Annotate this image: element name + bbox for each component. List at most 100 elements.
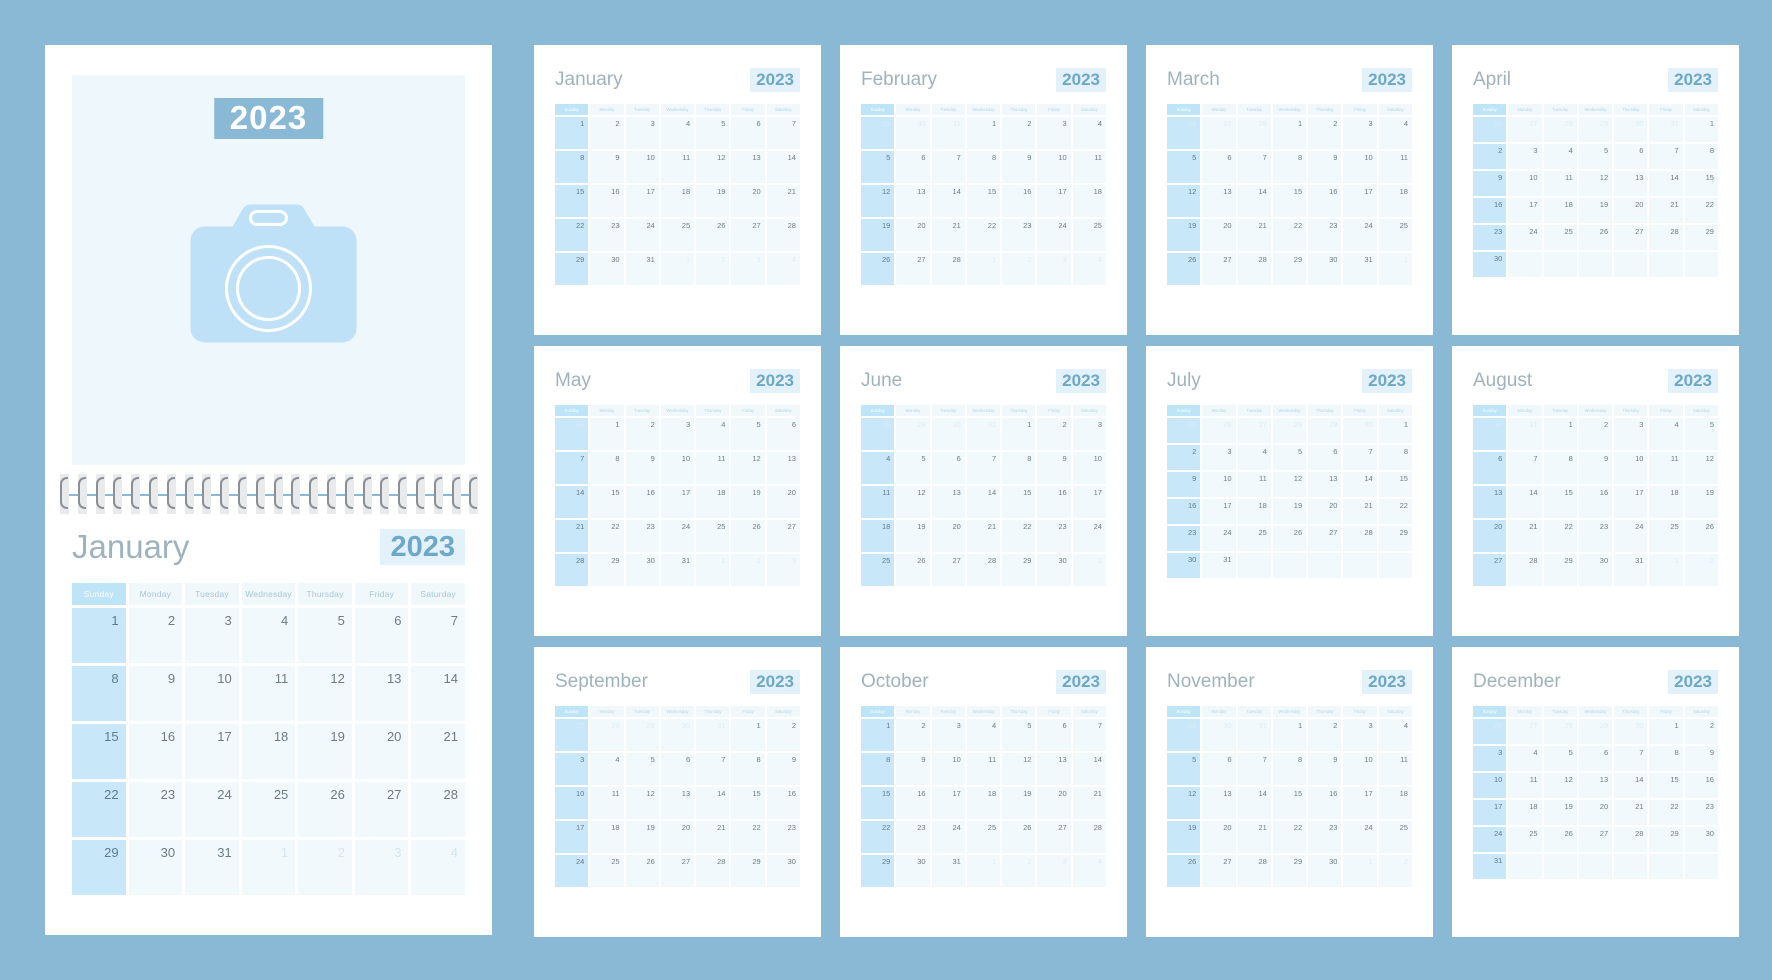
day-cell[interactable]: 28 bbox=[1543, 117, 1577, 142]
day-cell[interactable]: 21 bbox=[1072, 787, 1106, 819]
day-cell[interactable]: 10 bbox=[1202, 472, 1236, 497]
day-cell[interactable]: 11 bbox=[1072, 151, 1106, 183]
day-cell[interactable]: 25 bbox=[1167, 418, 1201, 443]
day-cell[interactable]: 20 bbox=[731, 185, 765, 217]
day-cell[interactable]: 12 bbox=[1272, 472, 1307, 497]
day-cell[interactable]: 27 bbox=[1614, 225, 1648, 250]
day-cell[interactable]: 10 bbox=[1473, 773, 1507, 798]
day-cell[interactable]: 2 bbox=[1684, 719, 1718, 744]
day-cell[interactable]: 26 bbox=[1167, 117, 1201, 149]
day-cell[interactable]: 27 bbox=[1508, 719, 1542, 744]
day-cell[interactable] bbox=[1649, 252, 1683, 277]
day-cell[interactable]: 2 bbox=[1167, 445, 1201, 470]
day-cell[interactable]: 11 bbox=[1378, 151, 1412, 183]
day-cell[interactable]: 20 bbox=[1308, 499, 1342, 524]
day-cell[interactable]: 20 bbox=[766, 486, 800, 518]
day-cell[interactable]: 12 bbox=[696, 151, 730, 183]
day-cell[interactable]: 30 bbox=[590, 253, 624, 285]
day-cell[interactable]: 3 bbox=[1508, 144, 1542, 169]
day-cell[interactable]: 9 bbox=[1002, 151, 1036, 183]
day-cell[interactable]: 5 bbox=[1167, 753, 1201, 785]
day-cell[interactable]: 5 bbox=[1272, 445, 1307, 470]
day-cell[interactable]: 11 bbox=[966, 753, 1001, 785]
day-cell[interactable]: 29 bbox=[1578, 719, 1613, 744]
day-cell[interactable]: 18 bbox=[590, 821, 624, 853]
day-cell[interactable]: 7 bbox=[1237, 753, 1271, 785]
day-cell[interactable]: 21 bbox=[555, 520, 589, 552]
day-cell[interactable]: 13 bbox=[1202, 185, 1236, 217]
day-cell[interactable]: 28 bbox=[931, 253, 965, 285]
day-cell[interactable]: 28 bbox=[555, 554, 589, 586]
day-cell[interactable]: 10 bbox=[555, 787, 589, 819]
day-cell[interactable]: 14 bbox=[766, 151, 800, 183]
day-cell[interactable]: 17 bbox=[931, 787, 965, 819]
day-cell[interactable]: 4 bbox=[241, 608, 296, 663]
day-cell[interactable]: 29 bbox=[1002, 554, 1036, 586]
day-cell[interactable]: 9 bbox=[1684, 746, 1718, 771]
day-cell[interactable]: 30 bbox=[128, 840, 183, 895]
day-cell[interactable]: 26 bbox=[1167, 855, 1201, 887]
day-cell[interactable]: 1 bbox=[966, 855, 1001, 887]
day-cell[interactable]: 22 bbox=[966, 219, 1001, 251]
day-cell[interactable]: 27 bbox=[1202, 855, 1236, 887]
day-cell[interactable]: 2 bbox=[298, 840, 352, 895]
day-cell[interactable]: 22 bbox=[1272, 219, 1307, 251]
day-cell[interactable]: 26 bbox=[896, 554, 930, 586]
day-cell[interactable]: 21 bbox=[931, 219, 965, 251]
day-cell[interactable]: 11 bbox=[590, 787, 624, 819]
day-cell[interactable]: 28 bbox=[1272, 418, 1307, 443]
day-cell[interactable] bbox=[1508, 854, 1542, 879]
day-cell[interactable]: 3 bbox=[555, 753, 589, 785]
day-cell[interactable]: 9 bbox=[1473, 171, 1507, 196]
day-cell[interactable]: 31 bbox=[1343, 253, 1377, 285]
day-cell[interactable]: 28 bbox=[1649, 225, 1683, 250]
day-cell[interactable]: 26 bbox=[1272, 526, 1307, 551]
day-cell[interactable]: 15 bbox=[731, 787, 765, 819]
day-cell[interactable]: 6 bbox=[896, 151, 930, 183]
day-cell[interactable]: 22 bbox=[72, 782, 126, 837]
day-cell[interactable]: 21 bbox=[966, 520, 1001, 552]
day-cell[interactable]: 16 bbox=[1684, 773, 1718, 798]
day-cell[interactable]: 17 bbox=[1202, 499, 1236, 524]
day-cell[interactable]: 5 bbox=[861, 151, 895, 183]
day-cell[interactable]: 10 bbox=[185, 666, 239, 721]
day-cell[interactable]: 15 bbox=[590, 486, 624, 518]
day-cell[interactable]: 30 bbox=[896, 855, 930, 887]
day-cell[interactable]: 18 bbox=[1237, 499, 1271, 524]
day-cell[interactable]: 16 bbox=[896, 787, 930, 819]
day-cell[interactable]: 16 bbox=[1037, 486, 1071, 518]
day-cell[interactable]: 25 bbox=[696, 520, 730, 552]
day-cell[interactable]: 9 bbox=[1578, 452, 1613, 484]
day-cell[interactable]: 31 bbox=[185, 840, 239, 895]
day-cell[interactable]: 15 bbox=[72, 724, 126, 779]
day-cell[interactable]: 3 bbox=[1343, 719, 1377, 751]
day-cell[interactable]: 3 bbox=[354, 840, 409, 895]
day-cell[interactable]: 16 bbox=[1002, 185, 1036, 217]
day-cell[interactable]: 15 bbox=[1272, 787, 1307, 819]
day-cell[interactable]: 20 bbox=[896, 219, 930, 251]
day-cell[interactable]: 30 bbox=[1202, 719, 1236, 751]
day-cell[interactable]: 3 bbox=[731, 253, 765, 285]
day-cell[interactable]: 31 bbox=[966, 418, 1001, 450]
day-cell[interactable]: 26 bbox=[1473, 719, 1507, 744]
day-cell[interactable]: 19 bbox=[861, 219, 895, 251]
day-cell[interactable]: 6 bbox=[1614, 144, 1648, 169]
day-cell[interactable]: 30 bbox=[1684, 827, 1718, 852]
day-cell[interactable]: 24 bbox=[1508, 225, 1542, 250]
day-cell[interactable]: 3 bbox=[1072, 418, 1106, 450]
day-cell[interactable]: 6 bbox=[1473, 452, 1507, 484]
day-cell[interactable]: 5 bbox=[896, 452, 930, 484]
day-cell[interactable]: 12 bbox=[1002, 753, 1036, 785]
day-cell[interactable]: 30 bbox=[1578, 554, 1613, 586]
day-cell[interactable]: 24 bbox=[555, 855, 589, 887]
day-cell[interactable]: 1 bbox=[1543, 418, 1577, 450]
day-cell[interactable]: 7 bbox=[696, 753, 730, 785]
day-cell[interactable]: 16 bbox=[1308, 787, 1342, 819]
day-cell[interactable]: 25 bbox=[660, 219, 695, 251]
day-cell[interactable]: 22 bbox=[590, 520, 624, 552]
day-cell[interactable]: 2 bbox=[1002, 855, 1036, 887]
day-cell[interactable]: 3 bbox=[1037, 117, 1071, 149]
day-cell[interactable]: 29 bbox=[1543, 554, 1577, 586]
day-cell[interactable]: 27 bbox=[1037, 821, 1071, 853]
day-cell[interactable]: 21 bbox=[411, 724, 465, 779]
